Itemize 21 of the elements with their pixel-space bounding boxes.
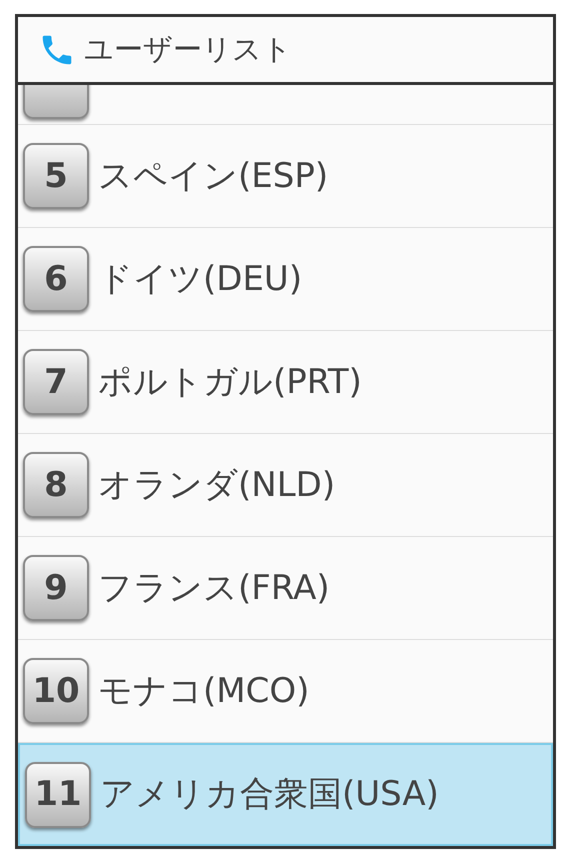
list-item[interactable]: 8 オランダ(NLD) — [18, 434, 553, 537]
number-key[interactable]: 10 — [23, 658, 89, 724]
number-key[interactable]: 8 — [23, 452, 89, 518]
country-name: モナコ(MCO) — [98, 670, 310, 712]
country-name: ポルトガル(PRT) — [98, 360, 362, 404]
country-name: アメリカ合衆国(USA) — [100, 773, 439, 816]
number-key[interactable]: 7 — [23, 349, 89, 415]
number-key[interactable]: 9 — [23, 555, 89, 621]
country-name: スペイン(ESP) — [98, 154, 328, 198]
list-item[interactable]: 5 スペイン(ESP) — [18, 125, 553, 228]
list-item[interactable]: 6 ドイツ(DEU) — [18, 228, 553, 331]
country-name: ドイツ(DEU) — [98, 258, 302, 300]
number-key[interactable]: 5 — [23, 143, 89, 209]
number-key[interactable]: 6 — [23, 246, 89, 312]
list-item[interactable]: 9 フランス(FRA) — [18, 537, 553, 640]
country-name: フランス(FRA) — [98, 566, 330, 610]
list-item[interactable]: 7 ポルトガル(PRT) — [18, 331, 553, 434]
header-title: ユーザーリスト — [84, 30, 292, 68]
number-key[interactable]: 11 — [25, 762, 91, 828]
country-name: オランダ(NLD) — [98, 464, 336, 506]
list-item[interactable]: 11 アメリカ合衆国(USA) — [18, 743, 553, 846]
